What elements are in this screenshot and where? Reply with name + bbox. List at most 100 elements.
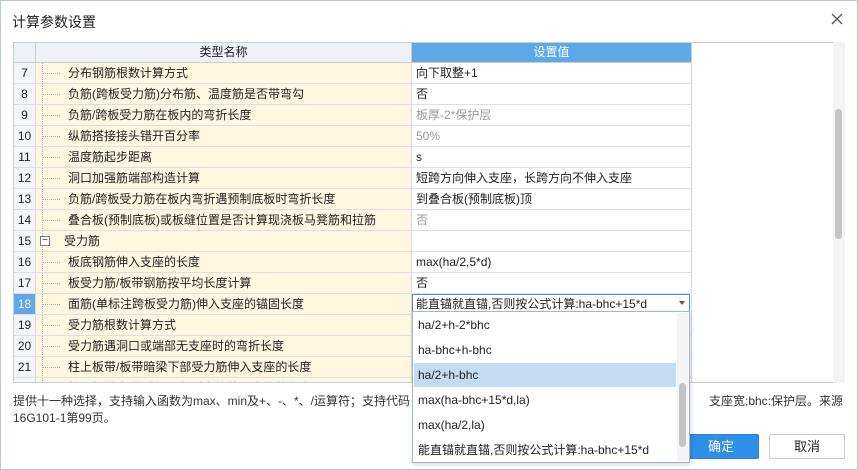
row-type-name: 柱上板带/板带暗梁上部受力筋伸入支座的长度 [36,378,412,382]
row-value[interactable]: 到叠合板(预制底板)顶 [412,189,692,209]
dropdown-scrollbar[interactable] [677,313,688,461]
ok-button[interactable]: 确定 [683,434,759,459]
help-line1: 提供十一种选择，支持输入函数为max、min及+、-、*、/运算符；支持代码 [13,394,411,408]
row-value-text: 否 [416,276,429,290]
row-type-name: 板底钢筋伸入支座的长度 [36,252,412,272]
row-type-name: 纵筋搭接接头错开百分率 [36,126,412,146]
row-label: 负筋/跨板受力筋在板内弯折遇预制底板时弯折长度 [68,192,336,206]
row-label: 受力筋根数计算方式 [68,318,177,332]
dropdown-option[interactable]: max(ha-bhc+15*d,la) [414,388,676,412]
row-type-name: 洞口加强筋端部构造计算 [36,168,412,188]
row-value-text: 向下取整+1 [416,66,478,80]
help-line2: 16G101-1第99页。 [13,411,116,425]
row-index: 14 [14,210,36,230]
row-index: 12 [14,168,36,188]
row-value[interactable]: max(ha/2,5*d) [412,252,692,272]
row-value-text: 板厚-2*保护层 [416,108,492,122]
calc-params-dialog: 计算参数设置 类型名称 设置值 7 分布钢筋根数计算方式 向下取整+1 8 负筋(跨板受… [0,0,858,470]
row-type-name: − 受力筋 [36,231,412,251]
row-index: 16 [14,252,36,272]
row-value[interactable]: s [412,147,692,167]
row-label: 受力筋遇洞口或端部无支座时的弯折长度 [68,339,285,353]
row-type-name: 温度筋起步距离 [36,147,412,167]
collapse-icon[interactable]: − [40,236,50,246]
row-index: 10 [14,126,36,146]
chevron-down-icon[interactable] [679,301,685,305]
dropdown-option[interactable]: max(ha/2,la) [414,413,676,437]
dropdown-option[interactable]: 能直锚就直锚,否则按公式计算:ha-bhc+15*d [414,438,676,462]
row-label: 柱上板带/板带暗梁下部受力筋伸入支座的长度 [68,360,312,374]
table-row[interactable]: 16 板底钢筋伸入支座的长度 max(ha/2,5*d) [14,252,692,273]
row-index: 9 [14,105,36,125]
row-value[interactable] [412,231,692,251]
row-type-name: 负筋(跨板受力筋)分布筋、温度筋是否带弯勾 [36,84,412,104]
row-index: 17 [14,273,36,293]
table-row[interactable]: 9 负筋/跨板受力筋在板内的弯折长度 板厚-2*保护层 [14,105,692,126]
table-row[interactable]: 17 板受力筋/板带钢筋按平均长度计算 否 [14,273,692,294]
grid-vertical-scrollbar[interactable] [833,42,845,383]
row-value[interactable]: 板厚-2*保护层 [412,105,692,125]
row-label: 叠合板(预制底板)或板缝位置是否计算现浇板马凳筋和拉筋 [68,213,376,227]
row-label: 板底钢筋伸入支座的长度 [68,255,201,269]
table-row[interactable]: 14 叠合板(预制底板)或板缝位置是否计算现浇板马凳筋和拉筋 否 [14,210,692,231]
table-row[interactable]: 11 温度筋起步距离 s [14,147,692,168]
row-index: 21 [14,357,36,377]
scrollbar-thumb[interactable] [835,109,842,239]
row-value-text: 否 [416,87,429,101]
combobox-value: 能直锚就直锚,否则按公式计算:ha-bhc+15*d [416,297,648,311]
row-value[interactable]: 短跨方向伸入支座，长跨方向不伸入支座 [412,168,692,188]
dropdown-option[interactable]: ha-bhc+h-bhc [414,338,676,362]
row-label: 面筋(单标注跨板受力筋)伸入支座的锚固长度 [68,297,304,311]
dropdown-option[interactable]: ha/2+h-bhc [414,363,676,387]
dialog-title: 计算参数设置 [12,14,96,30]
header-setting-value[interactable]: 设置值 [412,43,692,63]
row-label: 板受力筋/板带钢筋按平均长度计算 [68,276,252,290]
row-label: 受力筋 [64,234,101,248]
dialog-titlebar: 计算参数设置 [1,1,857,39]
row-index: 19 [14,315,36,335]
row-type-name: 分布钢筋根数计算方式 [36,63,412,83]
row-value-text: 否 [416,213,429,227]
row-index: 18 [14,294,36,314]
anchor-length-dropdown[interactable]: ha/2+h-2*bhc ha-bhc+h-bhc ha/2+h-bhc max(ha… [412,311,690,463]
help-tail: 支座宽;bhc:保护层。来源 [709,394,844,408]
row-label: 温度筋起步距离 [68,150,153,164]
row-value[interactable]: 向下取整+1 [412,63,692,83]
row-type-name: 受力筋根数计算方式 [36,315,412,335]
row-value-text: 50% [416,129,441,143]
close-icon[interactable] [827,9,847,29]
row-index: 20 [14,336,36,356]
row-value[interactable]: 否 [412,273,692,293]
header-type-name[interactable]: 类型名称 [36,43,412,63]
row-type-name: 板受力筋/板带钢筋按平均长度计算 [36,273,412,293]
row-type-name: 负筋/跨板受力筋在板内弯折遇预制底板时弯折长度 [36,189,412,209]
dropdown-scrollbar-thumb[interactable] [679,383,686,447]
row-label: 分布钢筋根数计算方式 [68,66,189,80]
table-row[interactable]: 13 负筋/跨板受力筋在板内弯折遇预制底板时弯折长度 到叠合板(预制底板)顶 [14,189,692,210]
row-index: 11 [14,147,36,167]
row-value[interactable]: 50% [412,126,692,146]
table-row[interactable]: 8 负筋(跨板受力筋)分布筋、温度筋是否带弯勾 否 [14,84,692,105]
table-row[interactable]: 12 洞口加强筋端部构造计算 短跨方向伸入支座，长跨方向不伸入支座 [14,168,692,189]
row-index: 22 [14,378,36,382]
row-type-name: 柱上板带/板带暗梁下部受力筋伸入支座的长度 [36,357,412,377]
row-type-name: 负筋/跨板受力筋在板内的弯折长度 [36,105,412,125]
row-type-name: 面筋(单标注跨板受力筋)伸入支座的锚固长度 [36,294,412,314]
table-row[interactable]: 7 分布钢筋根数计算方式 向下取整+1 [14,63,692,84]
row-index: 15 [14,231,36,251]
row-value[interactable]: 否 [412,210,692,230]
row-index: 13 [14,189,36,209]
row-label: 负筋/跨板受力筋在板内的弯折长度 [68,108,252,122]
table-row[interactable]: 10 纵筋搭接接头错开百分率 50% [14,126,692,147]
row-index: 7 [14,63,36,83]
row-label: 柱上板带/板带暗梁上部受力筋伸入支座的长度 [68,381,311,382]
row-value[interactable]: 否 [412,84,692,104]
row-label: 纵筋搭接接头错开百分率 [68,129,201,143]
table-row[interactable]: 15− 受力筋 [14,231,692,252]
cancel-button[interactable]: 取消 [769,434,845,459]
dropdown-option[interactable]: ha/2+h-2*bhc [414,313,676,337]
row-value-text: max(ha/2,5*d) [416,255,492,269]
header-index [14,43,36,63]
row-index: 8 [14,84,36,104]
row-value-text: 短跨方向伸入支座，长跨方向不伸入支座 [416,171,633,185]
